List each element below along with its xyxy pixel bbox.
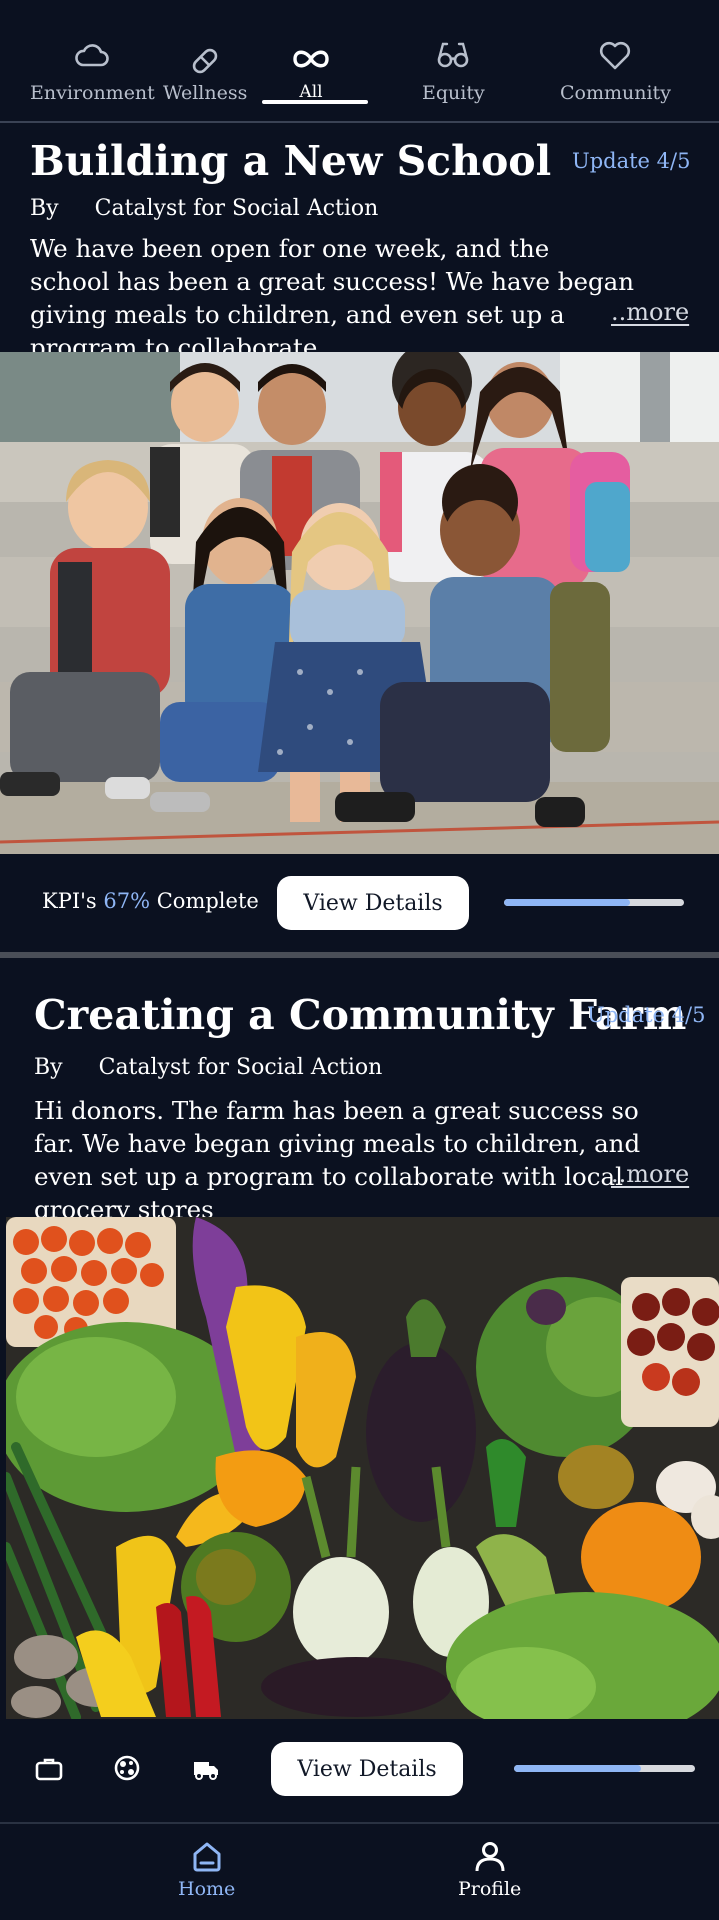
category-label: Wellness bbox=[163, 82, 248, 104]
section-divider bbox=[0, 952, 719, 958]
post-author: By Catalyst for Social Action bbox=[30, 196, 378, 221]
tab-profile[interactable]: Profile bbox=[458, 1840, 521, 1900]
view-details-button[interactable]: View Details bbox=[271, 1742, 463, 1796]
active-category-indicator bbox=[262, 100, 368, 104]
update-link[interactable]: Update 4/5 bbox=[572, 149, 690, 173]
tab-home[interactable]: Home bbox=[178, 1840, 235, 1900]
profile-icon bbox=[475, 1842, 505, 1872]
post-author: By Catalyst for Social Action bbox=[34, 1055, 382, 1080]
progress-bar bbox=[504, 899, 684, 906]
category-label: All bbox=[299, 82, 323, 102]
home-icon bbox=[193, 1842, 221, 1872]
school-children-photo bbox=[0, 352, 719, 854]
category-label: Environment bbox=[30, 82, 155, 104]
category-community[interactable]: Community bbox=[560, 38, 671, 104]
truck-icon[interactable] bbox=[191, 1754, 221, 1784]
tab-label: Home bbox=[178, 1878, 236, 1900]
kpi-percent: 67% bbox=[103, 889, 151, 913]
bottom-tab-bar: Home Profile bbox=[0, 1822, 719, 1920]
vegetables-photo bbox=[6, 1217, 719, 1719]
progress-bar bbox=[514, 1765, 695, 1772]
briefcase-icon[interactable] bbox=[34, 1754, 64, 1784]
category-wellness[interactable]: Wellness bbox=[163, 44, 247, 104]
view-details-button[interactable]: View Details bbox=[277, 876, 469, 930]
category-nav: Environment Wellness All Equity Communit… bbox=[0, 0, 719, 123]
more-link[interactable]: ..more bbox=[611, 298, 689, 326]
heart-icon bbox=[600, 41, 631, 70]
category-environment[interactable]: Environment bbox=[30, 38, 155, 104]
kpi-status: KPI's 67% Complete bbox=[42, 889, 259, 913]
by-label: By bbox=[34, 1055, 63, 1080]
more-link[interactable]: ..more bbox=[611, 1160, 689, 1188]
progress-fill bbox=[514, 1765, 641, 1772]
glasses-icon bbox=[438, 42, 469, 68]
kpi-prefix: KPI's bbox=[42, 889, 97, 913]
globe-icon[interactable] bbox=[112, 1753, 142, 1783]
tab-label: Profile bbox=[458, 1878, 522, 1900]
cloud-icon bbox=[75, 44, 110, 67]
organization-name[interactable]: Catalyst for Social Action bbox=[95, 196, 379, 221]
post-body: Hi donors. The farm has been a great suc… bbox=[34, 1096, 641, 1224]
kpi-suffix: Complete bbox=[156, 889, 259, 913]
by-label: By bbox=[30, 196, 59, 221]
progress-fill bbox=[504, 899, 630, 906]
category-all[interactable]: All bbox=[290, 42, 332, 102]
app-root: Environment Wellness All Equity Communit… bbox=[0, 0, 719, 1920]
post-body: We have been open for one week, and the … bbox=[30, 234, 635, 362]
pill-icon bbox=[192, 48, 218, 74]
update-link[interactable]: Update 4/5 bbox=[587, 1003, 705, 1027]
category-equity[interactable]: Equity bbox=[422, 38, 485, 104]
category-label: Equity bbox=[422, 82, 485, 104]
category-label: Community bbox=[560, 82, 671, 104]
organization-name[interactable]: Catalyst for Social Action bbox=[99, 1055, 383, 1080]
infinity-icon bbox=[293, 50, 329, 68]
post-title: Building a New School bbox=[30, 137, 552, 185]
